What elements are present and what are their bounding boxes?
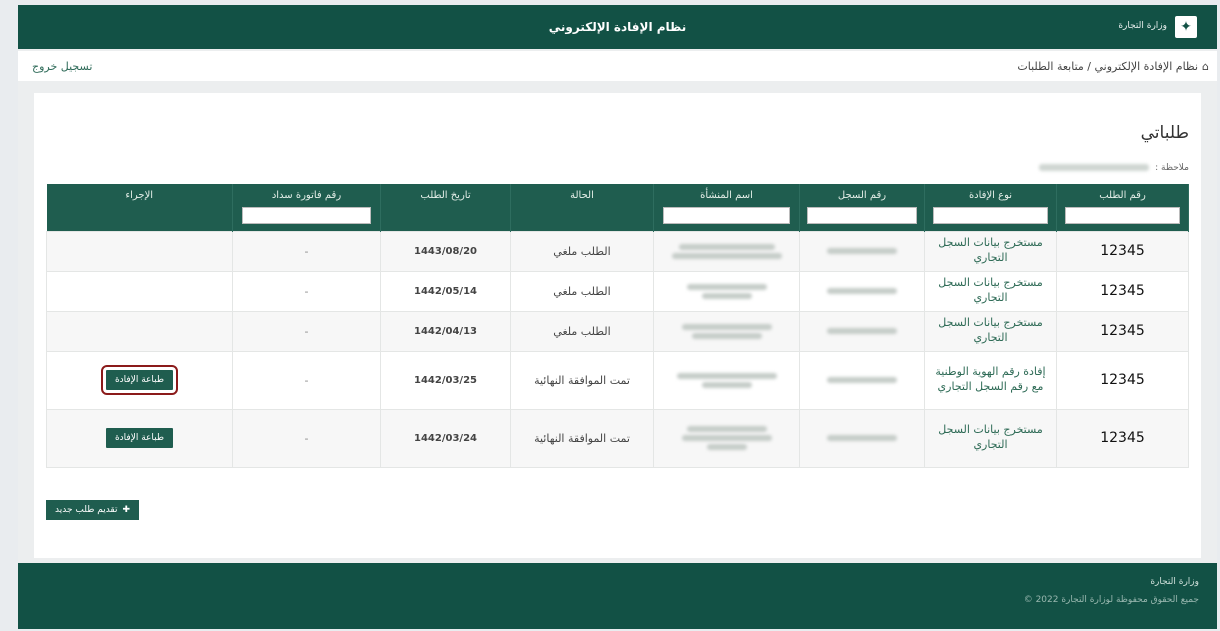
invoice-number: - [232,350,381,410]
table-row: 12345 مستخرج بيانات السجل التجاري تمت ال… [46,408,1189,468]
ministry-emblem-icon: ✦ [1175,16,1197,38]
request-date: 1442/03/24 [380,408,511,468]
invoice-number: - [232,230,381,272]
request-type: مستخرج بيانات السجل التجاري [924,230,1057,272]
brand: ✦ وزارة التجارة [1118,16,1197,38]
request-date: 1442/05/14 [380,270,511,312]
request-id: 12345 [1056,270,1189,312]
registry-number [799,350,925,410]
page-title: طلباتي [1140,123,1189,143]
hint-redacted [1039,164,1150,171]
top-header: ✦ وزارة التجارة نظام الإفادة الإلكتروني [18,5,1217,49]
establishment-name [653,350,800,410]
print-certificate-button[interactable]: طباعة الإفادة [105,428,174,448]
col-header: نوع الإفادة [924,184,1057,231]
request-date: 1442/03/25 [380,350,511,410]
request-date: 1443/08/20 [380,230,511,272]
filter-input[interactable] [241,207,372,224]
filter-input[interactable] [932,207,1049,224]
breadcrumb-path[interactable]: نظام الإفادة الإلكتروني / متابعة الطلبات [1017,60,1198,73]
registry-number [799,310,925,352]
app-frame: ✦ وزارة التجارة نظام الإفادة الإلكتروني … [18,5,1217,629]
col-header: رقم فاتورة سداد [232,184,381,231]
establishment-name [653,230,800,272]
request-type: مستخرج بيانات السجل التجاري [924,310,1057,352]
table-row: 12345 مستخرج بيانات السجل التجاري الطلب … [46,230,1189,272]
plus-icon: ✚ [122,505,131,515]
action-cell [46,310,233,352]
table-row: 12345 إفادة رقم الهوية الوطنية مع رقم ال… [46,350,1189,410]
main-panel: طلباتي ملاحظة : رقم الطلب نوع الإفادة رق… [34,93,1201,558]
col-header: تاريخ الطلب [380,184,511,231]
status: الطلب ملغي [510,270,654,312]
breadcrumb: ⌂ نظام الإفادة الإلكتروني / متابعة الطلب… [1017,60,1209,73]
footer-line1: وزارة التجارة [1150,577,1199,587]
establishment-name [653,270,800,312]
home-icon[interactable]: ⌂ [1202,60,1209,73]
registry-number [799,230,925,272]
logout-link[interactable]: تسجيل خروج [32,60,92,73]
table-header-row: رقم الطلب نوع الإفادة رقم السجل اسم المن… [46,184,1189,231]
status: الطلب ملغي [510,310,654,352]
footer: وزارة التجارة جميع الحقوق محفوظة لوزارة … [18,563,1217,629]
request-id: 12345 [1056,230,1189,272]
invoice-number: - [232,270,381,312]
request-id: 12345 [1056,350,1189,410]
request-id: 12345 [1056,310,1189,352]
footer-line2: جميع الحقوق محفوظة لوزارة التجارة 2022 © [1023,595,1199,605]
status: الطلب ملغي [510,230,654,272]
filter-input[interactable] [807,207,917,224]
print-certificate-button[interactable]: طباعة الإفادة [100,365,179,395]
new-request-button[interactable]: ✚ تقديم طلب جديد [46,500,140,520]
establishment-name [653,408,800,468]
brand-text: وزارة التجارة [1118,21,1167,32]
status: تمت الموافقة النهائية [510,350,654,410]
invoice-number: - [232,408,381,468]
table-row: 12345 مستخرج بيانات السجل التجاري الطلب … [46,310,1189,352]
col-header: الإجراء [46,184,233,231]
request-id: 12345 [1056,408,1189,468]
table-row: 12345 مستخرج بيانات السجل التجاري الطلب … [46,270,1189,312]
col-header: الحالة [510,184,654,231]
request-type: إفادة رقم الهوية الوطنية مع رقم السجل ال… [924,350,1057,410]
col-header: اسم المنشأة [653,184,800,231]
filter-input[interactable] [1064,207,1181,224]
new-request-label: تقديم طلب جديد [55,505,118,515]
action-cell: طباعة الإفادة [46,350,233,410]
page-hint: ملاحظة : [1039,163,1189,173]
status: تمت الموافقة النهائية [510,408,654,468]
invoice-number: - [232,310,381,352]
request-type: مستخرج بيانات السجل التجاري [924,408,1057,468]
action-cell: طباعة الإفادة [46,408,233,468]
request-date: 1442/04/13 [380,310,511,352]
filter-input[interactable] [662,207,791,224]
requests-table: رقم الطلب نوع الإفادة رقم السجل اسم المن… [46,184,1189,468]
request-type: مستخرج بيانات السجل التجاري [924,270,1057,312]
action-cell [46,230,233,272]
breadcrumb-bar: ⌂ نظام الإفادة الإلكتروني / متابعة الطلب… [18,51,1217,81]
registry-number [799,270,925,312]
action-cell [46,270,233,312]
col-header: رقم السجل [799,184,925,231]
system-title: نظام الإفادة الإلكتروني [548,20,687,34]
establishment-name [653,310,800,352]
registry-number [799,408,925,468]
hint-prefix: ملاحظة : [1155,163,1189,173]
col-header: رقم الطلب [1056,184,1189,231]
